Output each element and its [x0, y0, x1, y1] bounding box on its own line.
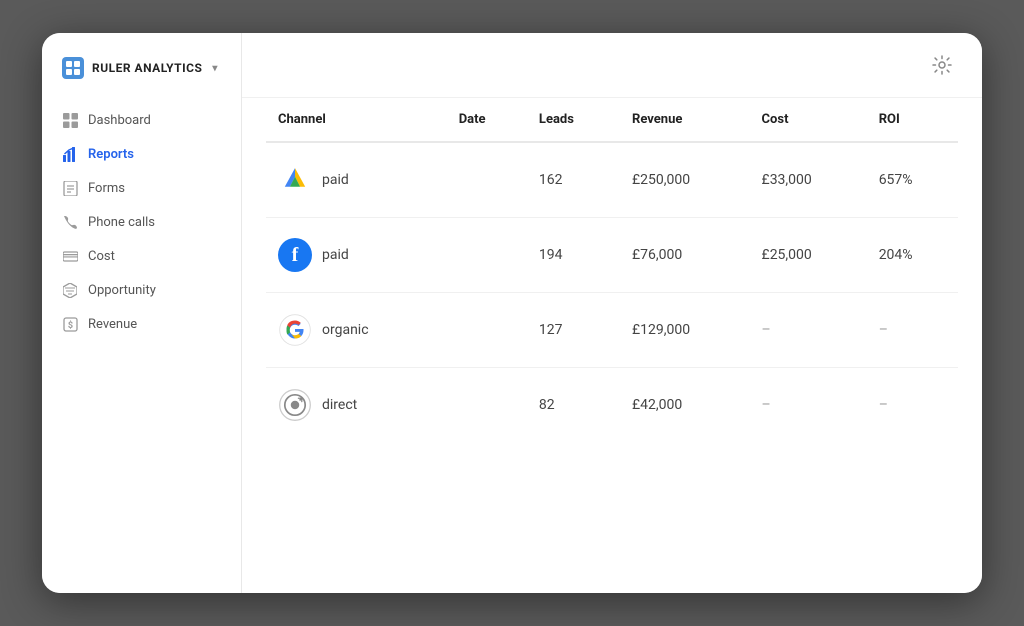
data-table: Channel Date Leads Revenue Cost ROI: [266, 98, 958, 442]
table-container: Channel Date Leads Revenue Cost ROI: [242, 98, 982, 593]
facebook-logo-icon: f: [278, 238, 312, 272]
cost-icon: [62, 248, 78, 264]
table-row: direct 82 £42,000 – –: [266, 368, 958, 443]
cell-cost-1: £25,000: [750, 218, 867, 293]
cell-leads-0: 162: [527, 142, 620, 218]
sidebar-item-reports[interactable]: Reports: [42, 137, 241, 171]
cell-date-0: [447, 142, 527, 218]
cell-revenue-2: £129,000: [620, 293, 750, 368]
brand-header[interactable]: RULER ANALYTICS ▾: [42, 57, 241, 103]
cell-channel-2: organic: [266, 293, 447, 368]
col-header-leads: Leads: [527, 98, 620, 142]
sidebar-item-revenue-label: Revenue: [88, 317, 137, 332]
sidebar-item-reports-label: Reports: [88, 147, 134, 162]
sidebar-item-forms[interactable]: Forms: [42, 171, 241, 205]
sidebar-item-cost[interactable]: Cost: [42, 239, 241, 273]
col-header-cost: Cost: [750, 98, 867, 142]
table-header-row: Channel Date Leads Revenue Cost ROI: [266, 98, 958, 142]
sidebar-item-opportunity[interactable]: Opportunity: [42, 273, 241, 307]
sidebar-item-revenue[interactable]: $ Revenue: [42, 307, 241, 341]
cell-cost-2: –: [750, 293, 867, 368]
col-header-date: Date: [447, 98, 527, 142]
cell-date-3: [447, 368, 527, 443]
brand-icon: [62, 57, 84, 79]
cell-leads-3: 82: [527, 368, 620, 443]
brand-chevron: ▾: [212, 63, 218, 74]
channel-cell-2: organic: [278, 313, 435, 347]
col-header-channel: Channel: [266, 98, 447, 142]
table-row: paid 162 £250,000 £33,000 657%: [266, 142, 958, 218]
forms-icon: [62, 180, 78, 196]
cell-roi-1: 204%: [867, 218, 958, 293]
sidebar-item-phone-calls[interactable]: Phone calls: [42, 205, 241, 239]
channel-type-label-0: paid: [322, 172, 349, 188]
table-row: organic 127 £129,000 – –: [266, 293, 958, 368]
channel-logo-facebook: f: [278, 238, 312, 272]
app-window: RULER ANALYTICS ▾ Dashboard: [42, 33, 982, 593]
cell-revenue-3: £42,000: [620, 368, 750, 443]
revenue-icon: $: [62, 316, 78, 332]
dashboard-icon: [62, 112, 78, 128]
cell-revenue-0: £250,000: [620, 142, 750, 218]
cell-leads-2: 127: [527, 293, 620, 368]
sidebar-item-dashboard-label: Dashboard: [88, 113, 151, 128]
channel-type-label-3: direct: [322, 397, 357, 413]
cell-roi-2: –: [867, 293, 958, 368]
opportunity-icon: [62, 282, 78, 298]
channel-cell-3: direct: [278, 388, 435, 422]
sidebar-item-phone-calls-label: Phone calls: [88, 215, 155, 230]
channel-logo-direct: [278, 388, 312, 422]
col-header-revenue: Revenue: [620, 98, 750, 142]
table-row: f paid 194 £76,000 £25,000 204%: [266, 218, 958, 293]
sidebar-item-cost-label: Cost: [88, 249, 115, 264]
channel-logo-google: [278, 313, 312, 347]
cell-roi-3: –: [867, 368, 958, 443]
cell-channel-1: f paid: [266, 218, 447, 293]
brand-name: RULER ANALYTICS: [92, 61, 202, 75]
cell-leads-1: 194: [527, 218, 620, 293]
main-content: Channel Date Leads Revenue Cost ROI: [242, 33, 982, 593]
sidebar-item-opportunity-label: Opportunity: [88, 283, 156, 298]
settings-button[interactable]: [926, 49, 958, 81]
phone-icon: [62, 214, 78, 230]
cell-channel-0: paid: [266, 142, 447, 218]
cell-revenue-1: £76,000: [620, 218, 750, 293]
channel-type-label-1: paid: [322, 247, 349, 263]
col-header-roi: ROI: [867, 98, 958, 142]
sidebar-item-forms-label: Forms: [88, 181, 125, 196]
cell-date-2: [447, 293, 527, 368]
channel-cell-1: f paid: [278, 238, 435, 272]
cell-date-1: [447, 218, 527, 293]
cell-roi-0: 657%: [867, 142, 958, 218]
topbar: [242, 33, 982, 98]
sidebar-item-dashboard[interactable]: Dashboard: [42, 103, 241, 137]
channel-type-label-2: organic: [322, 322, 369, 338]
cell-channel-3: direct: [266, 368, 447, 443]
cell-cost-0: £33,000: [750, 142, 867, 218]
reports-icon: [62, 146, 78, 162]
channel-cell-0: paid: [278, 163, 435, 197]
channel-logo-google-ads: [278, 163, 312, 197]
svg-text:$: $: [67, 320, 72, 331]
cell-cost-3: –: [750, 368, 867, 443]
sidebar: RULER ANALYTICS ▾ Dashboard: [42, 33, 242, 593]
